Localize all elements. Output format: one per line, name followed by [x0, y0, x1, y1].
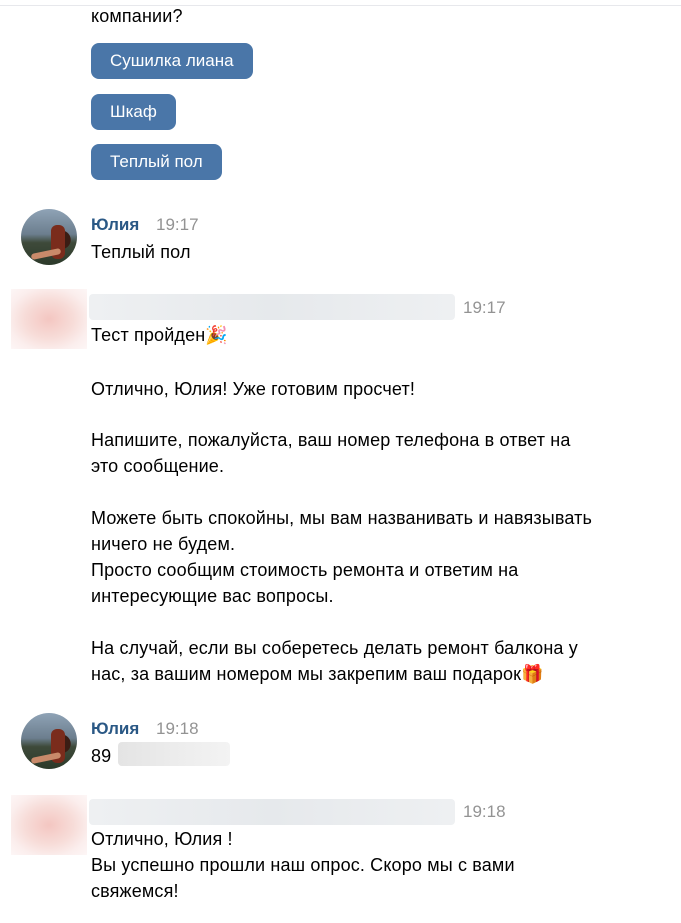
message-line: Отлично, Юлия ! — [91, 829, 233, 849]
message-line: свяжемся! — [91, 881, 179, 901]
message-line: Напишите, пожалуйста, ваш номер телефона… — [91, 430, 571, 450]
keyboard-button-teply-pol[interactable]: Теплый пол — [91, 144, 222, 180]
message-line: На случай, если вы соберетесь делать рем… — [91, 638, 578, 658]
message-line: Вы успешно прошли наш опрос. Скоро мы с … — [91, 855, 515, 875]
message-line: Отлично, Юлия! Уже готовим просчет! — [91, 379, 415, 399]
author-name[interactable]: Юлия — [91, 215, 139, 235]
message-line: ничего не будем. — [91, 534, 236, 554]
message-time[interactable]: 19:18 — [156, 719, 199, 739]
author-name[interactable]: Юлия — [91, 719, 139, 739]
avatar[interactable] — [11, 795, 87, 855]
message-time[interactable]: 19:17 — [156, 215, 199, 235]
message-line: это сообщение. — [91, 456, 225, 476]
message-time[interactable]: 19:18 — [463, 802, 506, 822]
bot-question-text: компании? — [91, 6, 183, 26]
avatar[interactable] — [21, 713, 77, 769]
message-line: Просто сообщим стоимость ремонта и ответ… — [91, 560, 519, 580]
avatar[interactable] — [21, 209, 77, 265]
message-time[interactable]: 19:17 — [463, 298, 506, 318]
message-line: интересующие вас вопросы. — [91, 586, 334, 606]
author-name-blurred — [89, 799, 455, 825]
message-line: Можете быть спокойны, мы вам названивать… — [91, 508, 593, 528]
message-line: нас, за вашим номером мы закрепим ваш по… — [91, 664, 544, 684]
avatar[interactable] — [11, 289, 87, 349]
message-line: Тест пройден🎉 — [91, 325, 228, 345]
message-text: Теплый пол — [91, 242, 191, 262]
phone-number-blurred — [118, 742, 230, 766]
keyboard-button-sushilka[interactable]: Сушилка лиана — [91, 43, 253, 79]
author-name-blurred — [89, 294, 455, 320]
phone-number-text: 89 — [91, 746, 112, 766]
keyboard-button-shkaf[interactable]: Шкаф — [91, 94, 176, 130]
